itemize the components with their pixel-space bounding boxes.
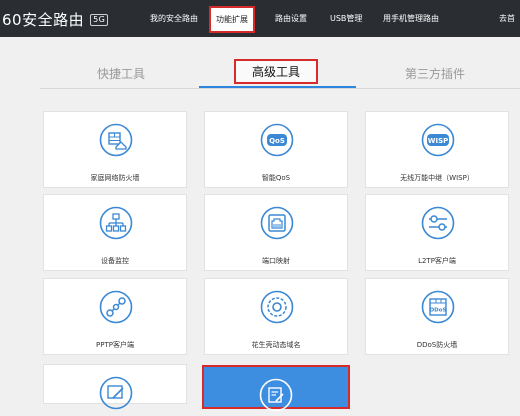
peanut-dns-icon bbox=[260, 290, 294, 324]
edit-window-icon bbox=[99, 376, 133, 410]
tool-label: 智能QoS bbox=[261, 174, 291, 182]
tool-card-partial[interactable] bbox=[43, 364, 187, 410]
tool-label: 设备监控 bbox=[101, 257, 129, 265]
tool-grid: 家庭网络防火墙 QoS 智能QoS WISP 无线万能中继（WISP） 设备监控… bbox=[0, 0, 520, 412]
tool-label: 家庭网络防火墙 bbox=[90, 174, 140, 182]
tool-label: PPTP客户端 bbox=[96, 341, 134, 349]
edit-document-icon bbox=[259, 378, 293, 412]
tool-card-smart-qos[interactable]: QoS 智能QoS bbox=[204, 111, 348, 188]
vpn-link-icon bbox=[99, 290, 133, 324]
tool-label: 无线万能中继（WISP） bbox=[400, 174, 474, 182]
tool-label: 花生壳动态域名 bbox=[251, 341, 301, 349]
tool-card-device-monitor[interactable]: 设备监控 bbox=[43, 194, 187, 271]
tool-card-port-mapping[interactable]: 端口映射 bbox=[204, 194, 348, 271]
tool-card-ddos-firewall[interactable]: DDoS DDoS防火墙 bbox=[365, 278, 509, 355]
tool-label: L2TP客户端 bbox=[418, 257, 456, 265]
wisp-icon-text: WISP bbox=[428, 137, 449, 145]
network-tree-icon bbox=[99, 206, 133, 240]
wisp-icon: WISP bbox=[421, 123, 455, 157]
home-firewall-icon bbox=[99, 123, 133, 157]
qos-icon: QoS bbox=[260, 123, 294, 157]
tool-label: DDoS防火墙 bbox=[416, 341, 458, 349]
tool-label: 端口映射 bbox=[262, 257, 290, 265]
tool-card-wisp[interactable]: WISP 无线万能中继（WISP） bbox=[365, 111, 509, 188]
ddos-firewall-icon: DDoS bbox=[421, 290, 455, 324]
tool-card-pptp-client[interactable]: PPTP客户端 bbox=[43, 278, 187, 355]
slider-settings-icon bbox=[421, 206, 455, 240]
qos-icon-text: QoS bbox=[269, 137, 285, 145]
tool-card-peanut-ddns[interactable]: 花生壳动态域名 bbox=[204, 278, 348, 355]
tool-card-home-firewall[interactable]: 家庭网络防火墙 bbox=[43, 111, 187, 188]
tool-card-highlighted[interactable] bbox=[204, 367, 348, 412]
ddos-icon-text: DDoS bbox=[430, 308, 447, 314]
ethernet-port-icon bbox=[260, 206, 294, 240]
tool-card-l2tp-client[interactable]: L2TP客户端 bbox=[365, 194, 509, 271]
